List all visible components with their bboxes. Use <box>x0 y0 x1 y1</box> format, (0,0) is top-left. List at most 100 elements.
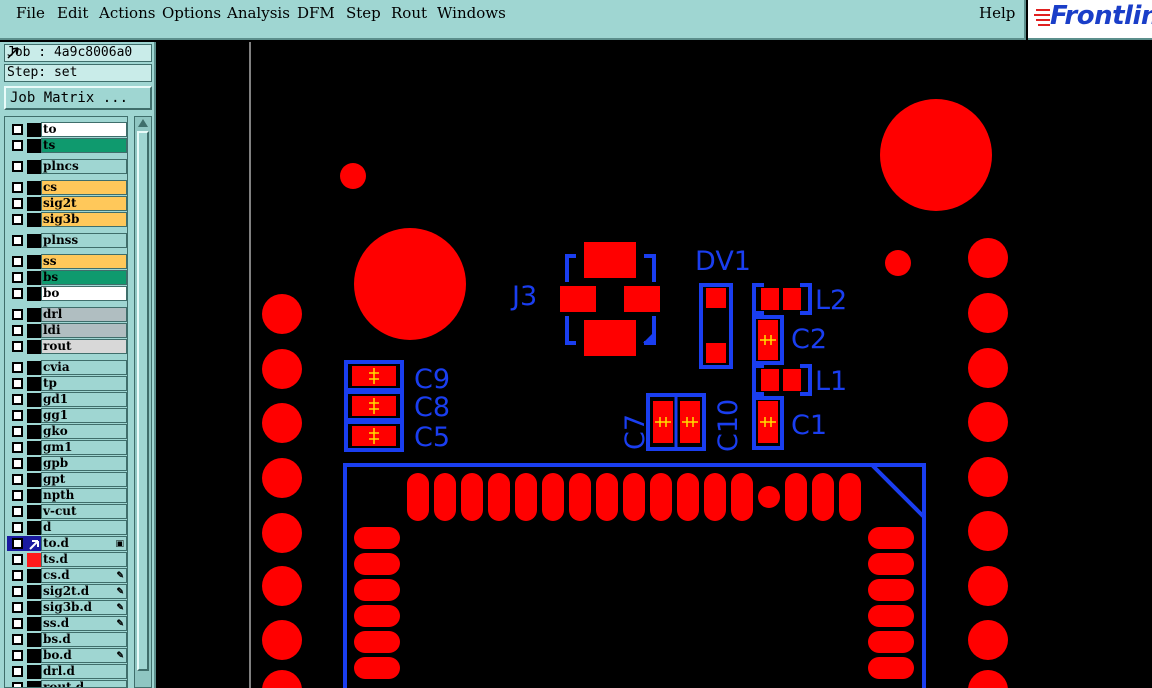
layer-checkbox[interactable] <box>12 325 23 336</box>
layer-checkbox[interactable] <box>12 362 23 373</box>
layer-checkbox[interactable] <box>12 214 23 225</box>
layer-checkbox[interactable] <box>12 490 23 501</box>
layer-row[interactable]: to <box>7 122 127 137</box>
pin-pad <box>262 620 302 660</box>
scroll-up-icon[interactable] <box>138 119 148 127</box>
layer-checkbox[interactable] <box>12 554 23 565</box>
layer-checkbox[interactable] <box>12 522 23 533</box>
layer-marker <box>27 665 41 679</box>
layer-checkbox[interactable] <box>12 458 23 469</box>
layer-checkbox[interactable] <box>12 161 23 172</box>
layer-checkbox[interactable] <box>12 182 23 193</box>
layer-row[interactable]: rout <box>7 339 127 354</box>
layer-checkbox[interactable] <box>12 506 23 517</box>
layer-row[interactable]: ss.d ✎ <box>7 616 127 631</box>
layer-row[interactable]: d <box>7 520 127 535</box>
layer-name: gm1 <box>41 440 127 455</box>
layer-row[interactable]: gpt <box>7 472 127 487</box>
layer-checkbox[interactable] <box>12 682 23 687</box>
layer-row[interactable]: gd1 <box>7 392 127 407</box>
layer-checkbox[interactable] <box>12 256 23 267</box>
menu-actions[interactable]: Actions <box>99 4 155 22</box>
layer-row[interactable]: plnss <box>7 233 127 248</box>
menu-rout[interactable]: Rout <box>391 4 427 22</box>
layer-row[interactable]: gko <box>7 424 127 439</box>
layer-checkbox[interactable] <box>12 140 23 151</box>
layer-name: gd1 <box>41 392 127 407</box>
layer-checkbox[interactable] <box>12 442 23 453</box>
layer-name: cs.d ✎ <box>41 568 127 583</box>
layer-row[interactable]: v-cut <box>7 504 127 519</box>
layer-row[interactable]: drl <box>7 307 127 322</box>
layer-marker <box>27 521 41 535</box>
ic-pad <box>569 473 591 521</box>
layer-row[interactable]: cs <box>7 180 127 195</box>
layer-row[interactable]: ts <box>7 138 127 153</box>
layer-row[interactable]: sig3b <box>7 212 127 227</box>
layer-row[interactable]: bs <box>7 270 127 285</box>
layer-checkbox[interactable] <box>12 650 23 661</box>
layer-row[interactable]: sig2t <box>7 196 127 211</box>
layer-checkbox[interactable] <box>12 618 23 629</box>
menu-file[interactable]: File <box>16 4 45 22</box>
layer-checkbox[interactable] <box>12 586 23 597</box>
layer-checkbox[interactable] <box>12 410 23 421</box>
layer-row[interactable]: cs.d ✎ <box>7 568 127 583</box>
graphic-canvas[interactable]: J3 DV1 L2 C2 L1 C1 C9 C8 C5 C7 C10 <box>158 42 1152 688</box>
layer-checkbox[interactable] <box>12 378 23 389</box>
layer-name: rout.d <box>41 680 127 687</box>
scroll-thumb[interactable] <box>137 131 149 671</box>
layer-marker <box>27 234 41 248</box>
layer-row[interactable]: gm1 <box>7 440 127 455</box>
edit-icon: ✎ <box>116 587 124 597</box>
layer-row[interactable]: ss <box>7 254 127 269</box>
layer-row[interactable]: gg1 <box>7 408 127 423</box>
ic-pad <box>461 473 483 521</box>
layer-checkbox[interactable] <box>12 602 23 613</box>
layer-row[interactable]: sig3b.d ✎ <box>7 600 127 615</box>
layer-row[interactable]: to.d ▣ <box>7 536 127 551</box>
layer-name: v-cut <box>41 504 127 519</box>
layer-checkbox[interactable] <box>12 272 23 283</box>
layer-marker <box>27 457 41 471</box>
layer-row[interactable]: npth <box>7 488 127 503</box>
menu-windows[interactable]: Windows <box>437 4 506 22</box>
layer-list-scrollbar[interactable] <box>134 116 152 688</box>
layer-row[interactable]: sig2t.d ✎ <box>7 584 127 599</box>
refdes-c8: C8 <box>414 392 450 423</box>
layer-row[interactable]: plncs <box>7 159 127 174</box>
layer-row[interactable]: ldi <box>7 323 127 338</box>
menu-options[interactable]: Options <box>162 4 221 22</box>
menu-edit[interactable]: Edit <box>57 4 88 22</box>
menu-dfm[interactable]: DFM <box>297 4 335 22</box>
layer-checkbox[interactable] <box>12 309 23 320</box>
layer-row[interactable]: bo.d ✎ <box>7 648 127 663</box>
menu-step[interactable]: Step <box>346 4 381 22</box>
layer-checkbox[interactable] <box>12 538 23 549</box>
layer-marker <box>27 139 41 153</box>
layer-checkbox[interactable] <box>12 474 23 485</box>
layer-checkbox[interactable] <box>12 288 23 299</box>
layer-row[interactable]: gpb <box>7 456 127 471</box>
layer-row[interactable]: rout.d <box>7 680 127 687</box>
layer-checkbox[interactable] <box>12 124 23 135</box>
layer-row[interactable]: bo <box>7 286 127 301</box>
layer-row[interactable]: drl.d <box>7 664 127 679</box>
layer-checkbox[interactable] <box>12 341 23 352</box>
layer-row[interactable]: tp <box>7 376 127 391</box>
component-c1 <box>752 396 784 450</box>
ic-pad <box>354 579 400 601</box>
layer-checkbox[interactable] <box>12 426 23 437</box>
layer-row[interactable]: cvia <box>7 360 127 375</box>
layer-checkbox[interactable] <box>12 198 23 209</box>
layer-checkbox[interactable] <box>12 634 23 645</box>
job-matrix-button[interactable]: Job Matrix ... <box>4 86 152 110</box>
menu-help[interactable]: Help <box>979 4 1015 22</box>
menu-analysis[interactable]: Analysis <box>227 4 290 22</box>
layer-row[interactable]: ts.d <box>7 552 127 567</box>
layer-checkbox[interactable] <box>12 394 23 405</box>
layer-checkbox[interactable] <box>12 570 23 581</box>
layer-row[interactable]: bs.d <box>7 632 127 647</box>
layer-checkbox[interactable] <box>12 235 23 246</box>
layer-checkbox[interactable] <box>12 666 23 677</box>
